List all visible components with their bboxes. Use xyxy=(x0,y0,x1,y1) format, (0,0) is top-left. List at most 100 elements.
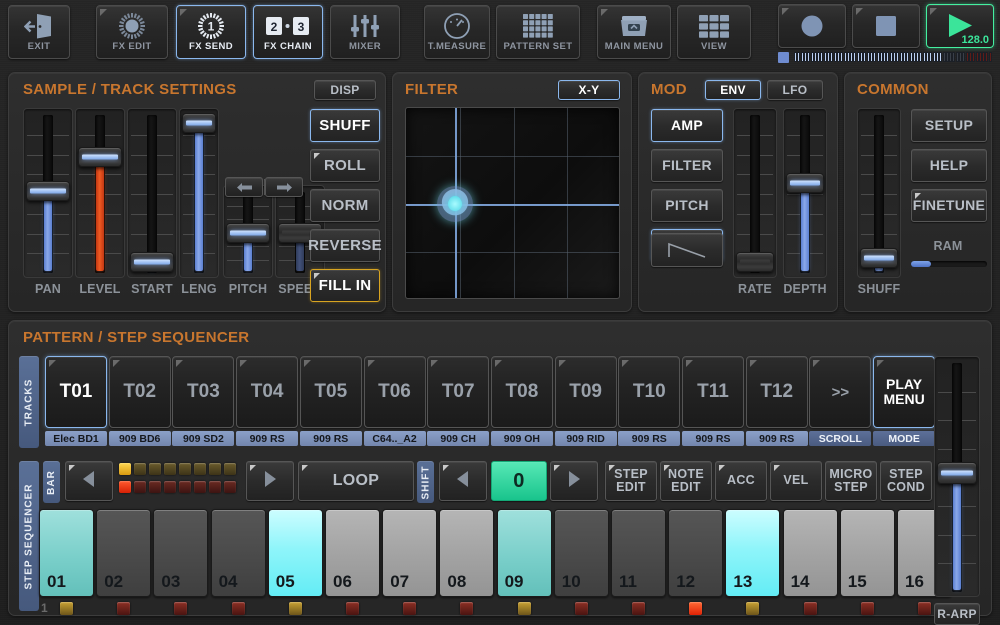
level-slider[interactable] xyxy=(75,108,125,278)
nudge-left-button[interactable] xyxy=(225,177,263,197)
step-pad-02[interactable]: 02 xyxy=(96,509,151,597)
track-sample-name[interactable]: 909 RS xyxy=(682,431,744,446)
mod-lfo-button[interactable]: LFO xyxy=(767,80,823,100)
edit-button-acc[interactable]: ACC xyxy=(715,461,767,501)
edit-button-step-edit[interactable]: STEPEDIT xyxy=(605,461,657,501)
step-pad-11[interactable]: 11 xyxy=(611,509,666,597)
bar-led-top[interactable] xyxy=(224,463,236,475)
step-pad-13[interactable]: 13 xyxy=(725,509,780,597)
track-pad-t09[interactable]: T09 xyxy=(555,356,617,428)
mode-button-fill-in[interactable]: FILL IN xyxy=(310,269,380,302)
track-pad-t01[interactable]: T01 xyxy=(45,356,107,428)
bar-led-top[interactable] xyxy=(119,463,131,475)
mod-target-filter[interactable]: FILTER xyxy=(651,149,723,182)
step-led-09[interactable] xyxy=(518,602,531,615)
common-button-help[interactable]: HELP xyxy=(911,149,987,182)
step-pad-06[interactable]: 06 xyxy=(325,509,380,597)
mod-shape-button[interactable] xyxy=(651,233,723,267)
track-sample-name[interactable]: 909 BD6 xyxy=(109,431,171,446)
edit-button-vel[interactable]: VEL xyxy=(770,461,822,501)
track-pad-t07[interactable]: T07 xyxy=(427,356,489,428)
shuff-slider[interactable] xyxy=(857,108,901,278)
edit-button-note-edit[interactable]: NOTEEDIT xyxy=(660,461,712,501)
bar-led-bottom[interactable] xyxy=(149,481,161,493)
step-pad-09[interactable]: 09 xyxy=(497,509,552,597)
step-led-02[interactable] xyxy=(117,602,130,615)
track-sample-name[interactable]: 909 SD2 xyxy=(172,431,234,446)
step-pad-10[interactable]: 10 xyxy=(554,509,609,597)
track-sample-name[interactable]: Elec BD1 xyxy=(45,431,107,446)
track-scroll-pad[interactable]: >> xyxy=(809,356,871,428)
track-pad-t03[interactable]: T03 xyxy=(172,356,234,428)
common-button-finetune[interactable]: FINETUNE xyxy=(911,189,987,222)
mode-button-roll[interactable]: ROLL xyxy=(310,149,380,182)
mod-target-amp[interactable]: AMP xyxy=(651,109,723,142)
step-led-04[interactable] xyxy=(232,602,245,615)
play-button[interactable]: 128.0 xyxy=(926,4,994,48)
step-led-12[interactable] xyxy=(689,602,702,615)
start-slider[interactable] xyxy=(127,108,177,278)
bar-led-top[interactable] xyxy=(134,463,146,475)
play-menu-pad[interactable]: PLAYMENU xyxy=(873,356,935,428)
track-sample-name[interactable]: 909 RS xyxy=(746,431,808,446)
step-led-11[interactable] xyxy=(632,602,645,615)
step-pad-12[interactable]: 12 xyxy=(668,509,723,597)
track-sample-name[interactable]: 909 RS xyxy=(300,431,362,446)
mod-env-button[interactable]: ENV xyxy=(705,80,761,100)
master-fader-slider[interactable] xyxy=(934,356,980,597)
step-led-15[interactable] xyxy=(861,602,874,615)
toolbar-button-view[interactable]: VIEW xyxy=(677,5,751,59)
toolbar-button-mixer[interactable]: MIXER xyxy=(330,5,400,59)
rate-slider[interactable] xyxy=(733,108,777,278)
bar-led-bottom[interactable] xyxy=(119,481,131,493)
slider-knob[interactable] xyxy=(860,248,898,268)
r-arp-button[interactable]: R-ARP xyxy=(934,603,980,625)
loop-button[interactable]: LOOP xyxy=(298,461,414,501)
slider-knob[interactable] xyxy=(78,147,122,167)
toolbar-button-pattern-set[interactable]: PATTERN SET xyxy=(496,5,580,59)
bar-led-bottom[interactable] xyxy=(134,481,146,493)
mode-button-norm[interactable]: NORM xyxy=(310,189,380,222)
bar-led-bottom[interactable] xyxy=(194,481,206,493)
step-led-05[interactable] xyxy=(289,602,302,615)
edit-button-micro-step[interactable]: MICROSTEP xyxy=(825,461,877,501)
shift-value-display[interactable]: 0 xyxy=(491,461,547,501)
step-pad-01[interactable]: 01 xyxy=(39,509,94,597)
bar-led-top[interactable] xyxy=(209,463,221,475)
step-led-07[interactable] xyxy=(403,602,416,615)
bar-led-bottom[interactable] xyxy=(209,481,221,493)
step-led-08[interactable] xyxy=(460,602,473,615)
toolbar-button-fx-chain[interactable]: 23FX CHAIN xyxy=(253,5,323,59)
track-pad-t10[interactable]: T10 xyxy=(618,356,680,428)
toolbar-button-t-measure[interactable]: T.MEASURE xyxy=(424,5,490,59)
toolbar-button-main-menu[interactable]: MAIN MENU xyxy=(597,5,671,59)
track-sample-name[interactable]: 909 CH xyxy=(427,431,489,446)
bar-led-top[interactable] xyxy=(179,463,191,475)
pan-slider[interactable] xyxy=(23,108,73,278)
step-pad-03[interactable]: 03 xyxy=(153,509,208,597)
track-sample-name[interactable]: 909 RID xyxy=(555,431,617,446)
step-pad-15[interactable]: 15 xyxy=(840,509,895,597)
track-pad-t02[interactable]: T02 xyxy=(109,356,171,428)
step-led-16[interactable] xyxy=(918,602,931,615)
slider-knob[interactable] xyxy=(226,223,270,243)
toolbar-button-exit[interactable]: EXIT xyxy=(8,5,70,59)
step-led-06[interactable] xyxy=(346,602,359,615)
toolbar-button-fx-send[interactable]: 1FX SEND xyxy=(176,5,246,59)
disp-button[interactable]: DISP xyxy=(314,80,376,100)
step-led-01[interactable] xyxy=(60,602,73,615)
bar-led-bottom[interactable] xyxy=(164,481,176,493)
pitch-slider[interactable] xyxy=(223,185,273,278)
leng-slider[interactable] xyxy=(179,108,219,278)
track-pad-t04[interactable]: T04 xyxy=(236,356,298,428)
step-pad-05[interactable]: 05 xyxy=(268,509,323,597)
mode-button-shuff[interactable]: SHUFF xyxy=(310,109,380,142)
track-pad-t05[interactable]: T05 xyxy=(300,356,362,428)
filter-xy-pad[interactable] xyxy=(405,107,620,299)
common-button-setup[interactable]: SETUP xyxy=(911,109,987,142)
record-button[interactable] xyxy=(778,4,846,48)
shift-prev-button[interactable] xyxy=(439,461,487,501)
track-pad-t11[interactable]: T11 xyxy=(682,356,744,428)
mode-button-reverse[interactable]: REVERSE xyxy=(310,229,380,262)
bar-led-bottom[interactable] xyxy=(179,481,191,493)
